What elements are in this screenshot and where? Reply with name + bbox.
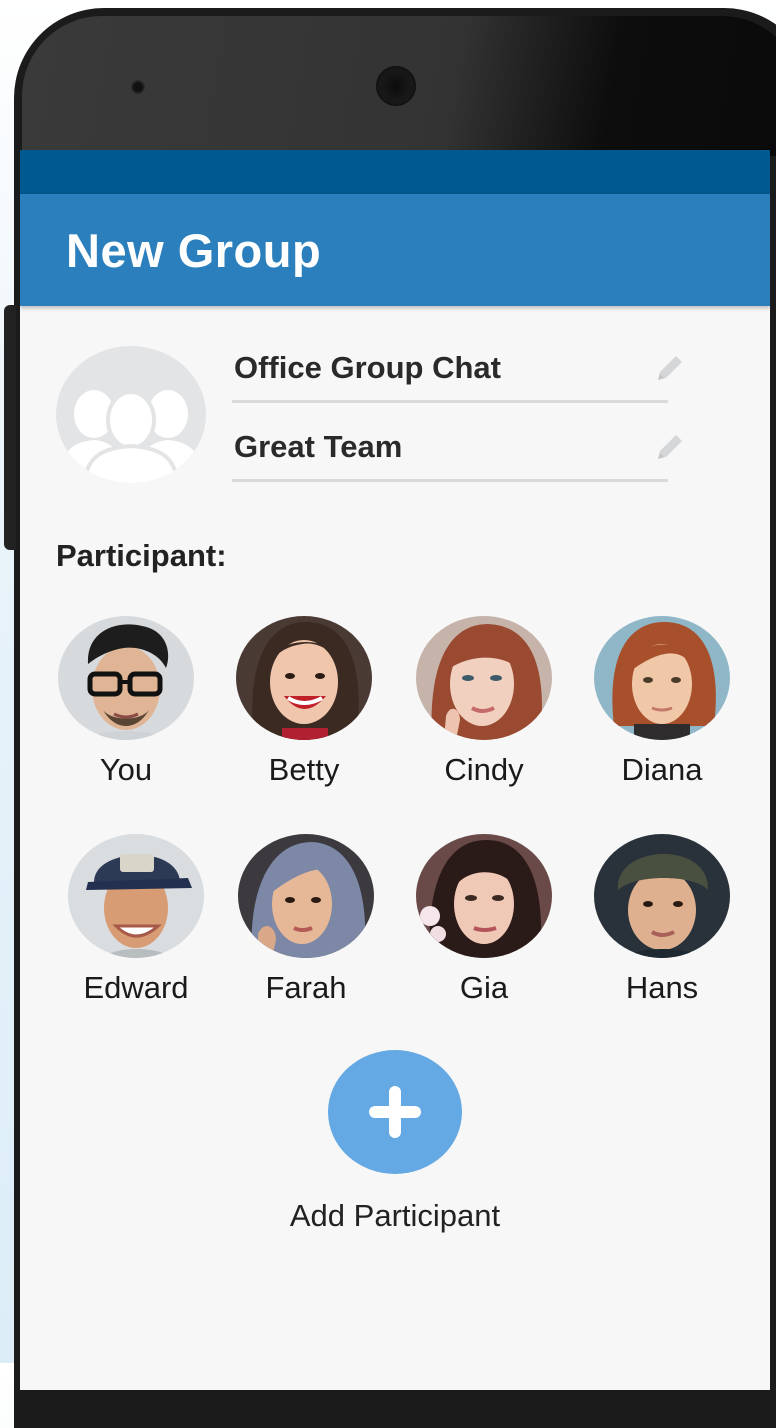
avatar	[58, 616, 194, 740]
group-avatar[interactable]	[56, 346, 206, 483]
phone-bezel	[22, 16, 776, 156]
add-participant-label: Add Participant	[289, 1198, 501, 1233]
participant-farah[interactable]: Farah	[216, 834, 396, 1006]
group-name-value: Office Group Chat	[234, 350, 501, 385]
participant-you[interactable]: You	[36, 616, 216, 788]
participant-edward[interactable]: Edward	[46, 834, 226, 1006]
participant-name: Cindy	[444, 752, 524, 787]
participant-name: Betty	[268, 752, 340, 787]
camera-lens	[131, 80, 145, 94]
group-name-field[interactable]: Office Group Chat	[232, 346, 682, 403]
avatar	[594, 834, 730, 958]
participant-hans[interactable]: Hans	[572, 834, 752, 1006]
app-bar: New Group	[20, 194, 770, 306]
phone-screen: New Group Office Group Chat Great Team P	[20, 150, 770, 1390]
group-description-field[interactable]: Great Team	[232, 425, 682, 482]
avatar	[238, 834, 374, 958]
participant-name: Edward	[83, 970, 189, 1005]
status-bar	[20, 150, 770, 194]
edit-description-pencil-icon[interactable]	[652, 429, 688, 470]
participant-name: Farah	[265, 970, 347, 1005]
add-participant-button[interactable]	[328, 1050, 462, 1174]
avatar	[416, 834, 552, 958]
phone-side-button	[4, 305, 16, 550]
group-description-value: Great Team	[234, 429, 403, 464]
avatar	[68, 834, 204, 958]
participant-gia[interactable]: Gia	[394, 834, 574, 1006]
participant-name: Gia	[459, 970, 509, 1005]
participant-name: Hans	[625, 970, 699, 1005]
participant-betty[interactable]: Betty	[214, 616, 394, 788]
speaker-grille	[376, 66, 416, 106]
avatar	[236, 616, 372, 740]
group-people-icon	[58, 390, 204, 483]
participant-name: You	[99, 752, 153, 787]
participant-cindy[interactable]: Cindy	[394, 616, 574, 788]
page-title: New Group	[66, 223, 322, 277]
participant-diana[interactable]: Diana	[572, 616, 752, 788]
avatar	[416, 616, 552, 740]
edit-name-pencil-icon[interactable]	[652, 350, 688, 391]
participants-heading: Participant:	[56, 538, 227, 573]
participant-name: Diana	[621, 752, 703, 787]
plus-icon	[369, 1086, 421, 1138]
avatar	[594, 616, 730, 740]
